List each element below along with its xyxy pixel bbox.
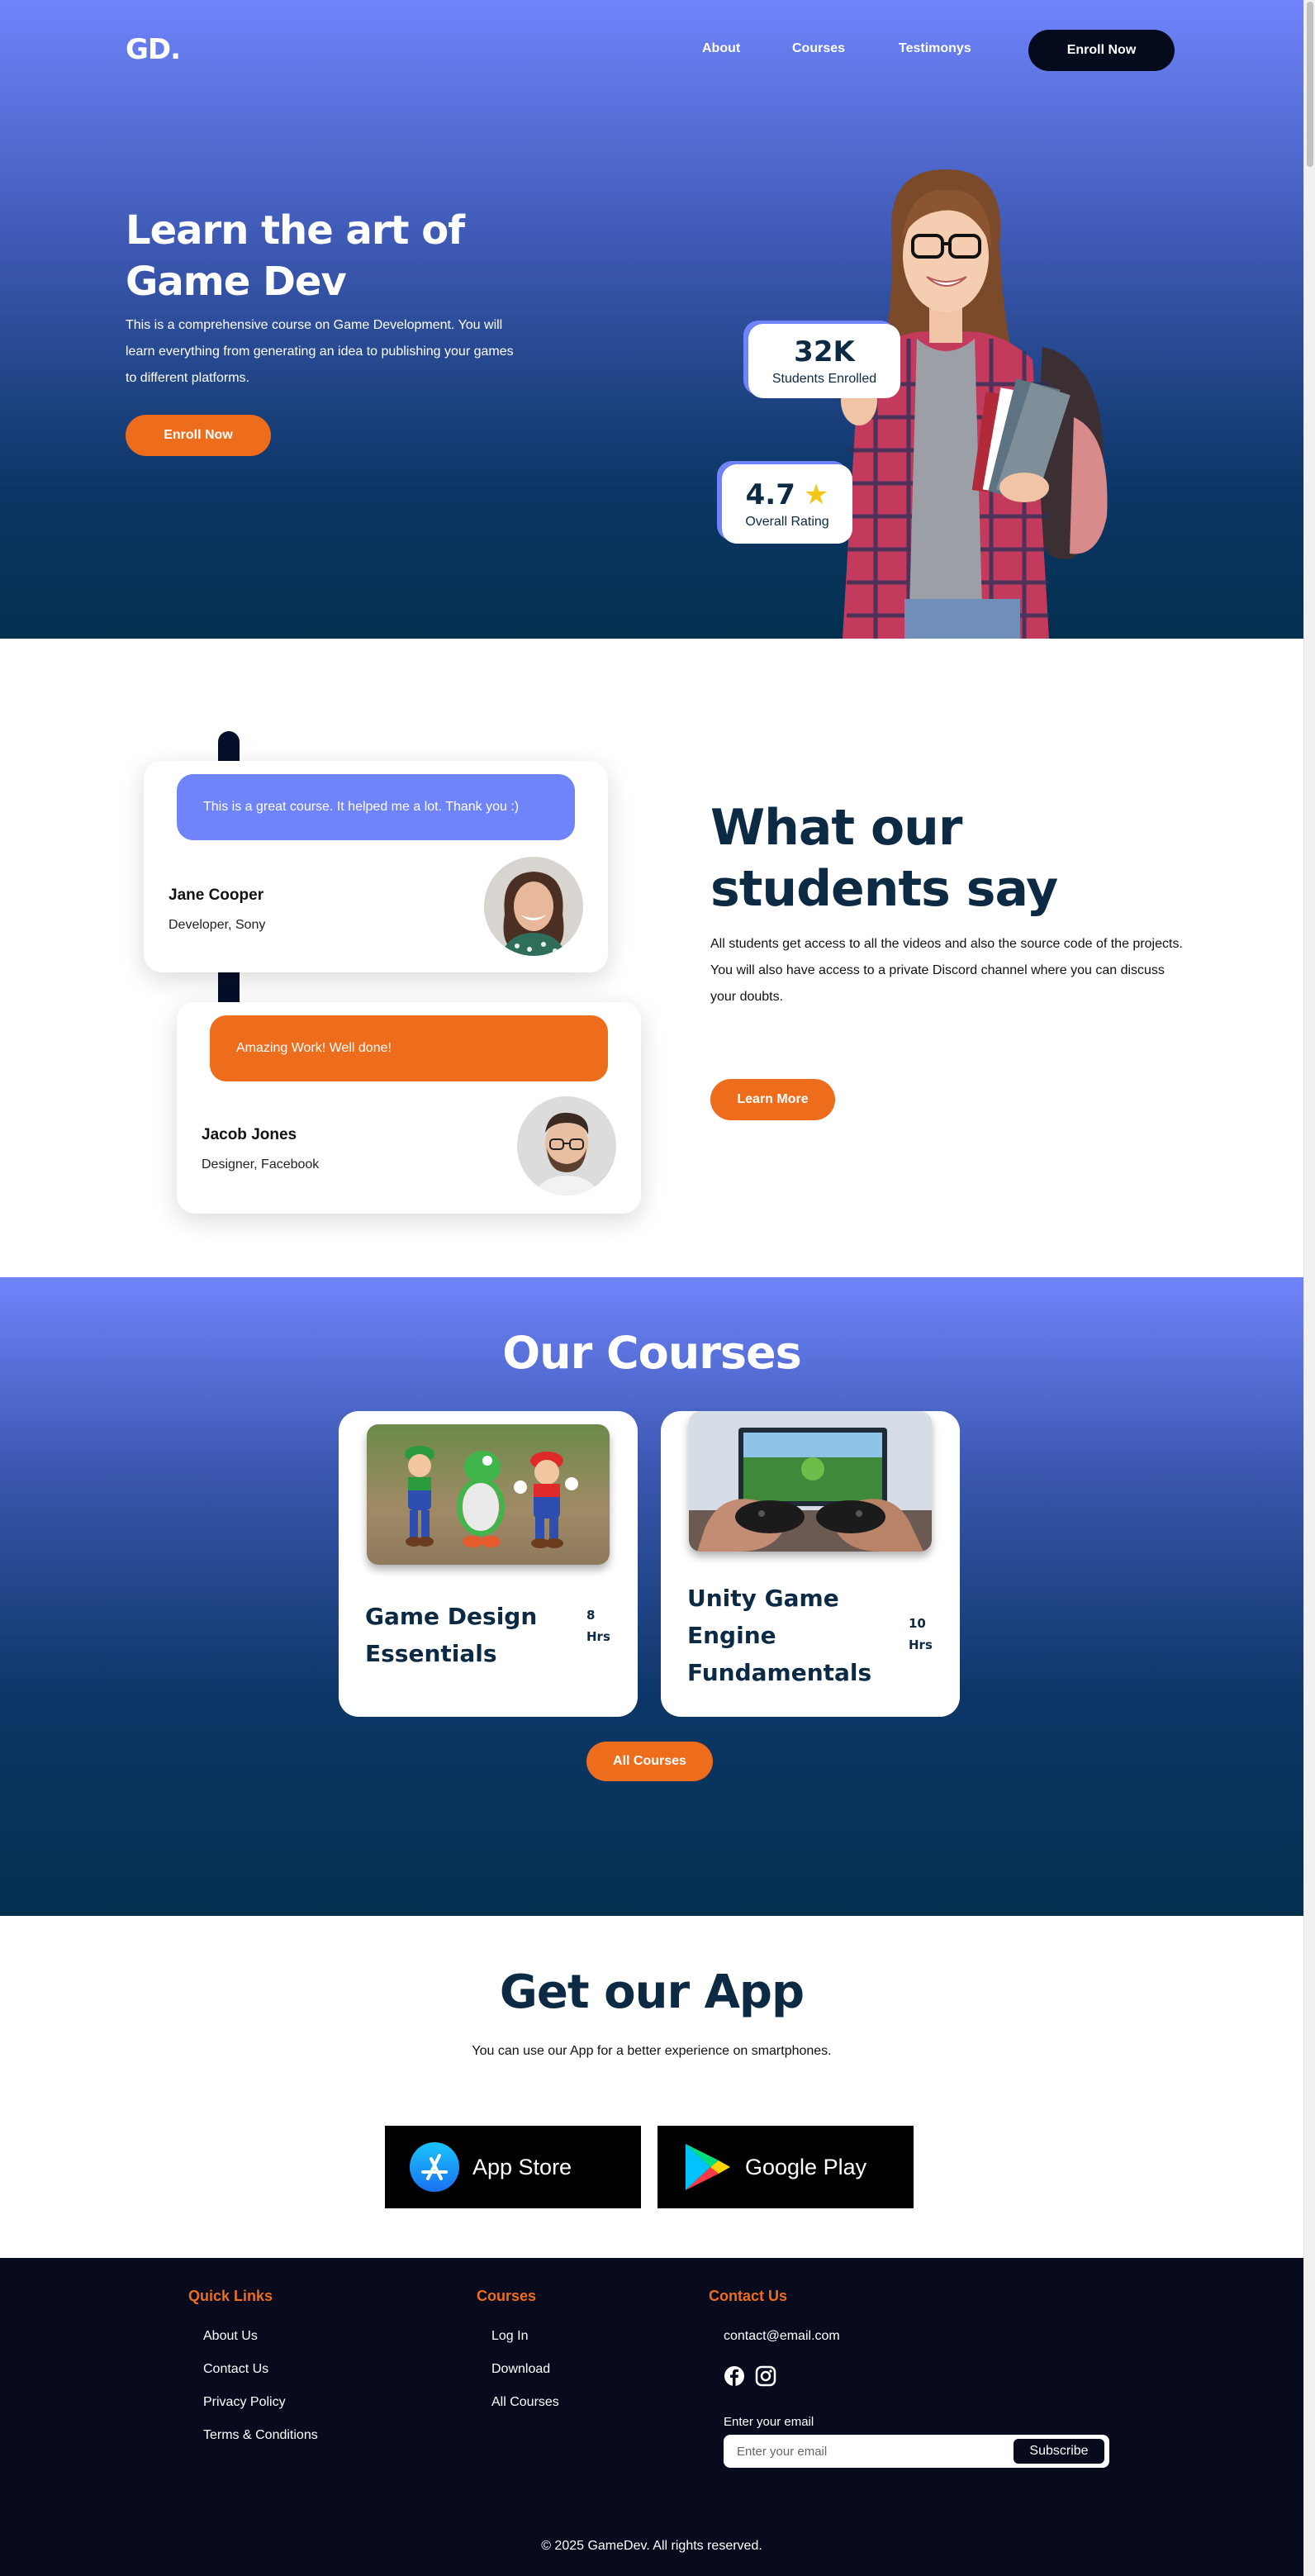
instagram-icon[interactable]	[755, 2365, 776, 2387]
footer-heading-quick-links: Quick Links	[188, 2288, 273, 2304]
students-enrolled-card: 32K Students Enrolled	[748, 324, 900, 398]
footer-link-terms[interactable]: Terms & Conditions	[203, 2428, 318, 2443]
app-text: You can use our App for a better experie…	[472, 2044, 832, 2058]
decorative-bar-middle	[218, 972, 240, 1002]
course-name-2: Unity Game Engine Fundamentals	[687, 1585, 872, 1686]
footer-link-download[interactable]: Download	[491, 2362, 550, 2377]
avatar	[517, 1096, 616, 1195]
site-logo[interactable]: GD.	[126, 33, 181, 66]
nav-enroll-button[interactable]: Enroll Now	[1028, 30, 1175, 71]
students-enrolled-value: 32K	[794, 335, 855, 368]
footer-heading-contact: Contact Us	[709, 2288, 788, 2304]
newsletter-label: Enter your email	[724, 2415, 814, 2429]
testimonial-quote-2: Amazing Work! Well done!	[210, 1015, 608, 1081]
scrollbar-thumb[interactable]	[1307, 2, 1313, 167]
avatar	[484, 857, 583, 956]
testimonials-title: What our students say	[710, 799, 1058, 918]
course-card-1[interactable]: Game Design Essentials 8 Hrs	[339, 1411, 638, 1717]
course-name-1: Game Design Essentials	[365, 1603, 538, 1667]
all-courses-button[interactable]: All Courses	[586, 1742, 713, 1781]
nav-link-courses[interactable]: Courses	[792, 41, 845, 56]
testimonial-name-2: Jacob Jones	[202, 1126, 297, 1143]
hero-enroll-button[interactable]: Enroll Now	[126, 415, 271, 456]
testimonial-role-1: Developer, Sony	[169, 918, 266, 932]
testimonial-role-2: Designer, Facebook	[202, 1157, 320, 1172]
google-play-button[interactable]: Google Play	[658, 2126, 914, 2208]
courses-section: Our Courses Game Design Essentials 8 Hrs…	[0, 1277, 1303, 1916]
testimonial-name-1: Jane Cooper	[169, 886, 264, 904]
course-hours-value: 10	[909, 1616, 926, 1631]
footer-contact-email[interactable]: contact@email.com	[724, 2329, 840, 2344]
rating-label: Overall Rating	[745, 515, 829, 529]
learn-more-button[interactable]: Learn More	[710, 1079, 835, 1120]
page-scrollbar[interactable]	[1303, 0, 1315, 2576]
footer-link-all-courses[interactable]: All Courses	[491, 2395, 559, 2410]
course-card-2[interactable]: Unity Game Engine Fundamentals 10 Hrs	[661, 1411, 960, 1717]
nav-link-about[interactable]: About	[702, 41, 740, 56]
testimonial-card-2: Amazing Work! Well done! Jacob Jones Des…	[177, 1002, 641, 1214]
rating-value: 4.7	[745, 478, 795, 511]
app-store-button[interactable]: App Store	[385, 2126, 641, 2208]
subscribe-button[interactable]: Subscribe	[1014, 2439, 1104, 2464]
copyright-text: © 2025 GameDev. All rights reserved.	[541, 2539, 762, 2553]
app-store-icon	[410, 2142, 459, 2192]
hero-section: GD. About Courses Testimonys Enroll Now …	[0, 0, 1303, 639]
course-hours-2: 10 Hrs	[909, 1613, 933, 1656]
course-hours-unit: Hrs	[586, 1629, 610, 1644]
footer-link-privacy-policy[interactable]: Privacy Policy	[203, 2395, 286, 2410]
google-play-label: Google Play	[745, 2154, 867, 2179]
footer-link-log-in[interactable]: Log In	[491, 2329, 528, 2344]
course-hours-1: 8 Hrs	[586, 1604, 610, 1647]
app-store-label: App Store	[472, 2154, 572, 2179]
course-image-1	[367, 1424, 610, 1565]
footer-heading-courses: Courses	[477, 2288, 537, 2304]
footer-link-contact-us[interactable]: Contact Us	[203, 2362, 268, 2377]
app-title: Get our App	[499, 1965, 805, 2019]
student-image	[841, 169, 1108, 639]
testimonials-text: All students get access to all the video…	[710, 937, 1183, 1004]
testimonials-section: This is a great course. It helped me a l…	[0, 639, 1303, 1277]
footer: Quick Links About Us Contact Us Privacy …	[0, 2258, 1303, 2576]
courses-title: Our Courses	[502, 1327, 802, 1379]
star-icon: ★	[803, 478, 829, 511]
hero-title: Learn the art of Game Dev	[126, 207, 465, 305]
rating-card: 4.7 ★ Overall Rating	[722, 464, 852, 544]
hero-description: This is a comprehensive course on Game D…	[126, 318, 514, 385]
email-field[interactable]	[737, 2435, 1001, 2468]
facebook-icon[interactable]	[724, 2365, 745, 2387]
students-enrolled-label: Students Enrolled	[771, 372, 877, 386]
app-section: Get our App You can use our App for a be…	[0, 1916, 1303, 2258]
footer-link-about-us[interactable]: About Us	[203, 2329, 258, 2344]
course-image-2	[689, 1411, 932, 1552]
nav-link-testimonys[interactable]: Testimonys	[899, 41, 971, 56]
google-play-icon	[686, 2144, 730, 2190]
testimonial-card-1: This is a great course. It helped me a l…	[144, 761, 608, 972]
course-hours-unit: Hrs	[909, 1637, 933, 1652]
newsletter-form: Subscribe	[724, 2435, 1109, 2468]
course-hours-value: 8	[586, 1608, 596, 1623]
testimonial-quote-1: This is a great course. It helped me a l…	[177, 774, 575, 840]
